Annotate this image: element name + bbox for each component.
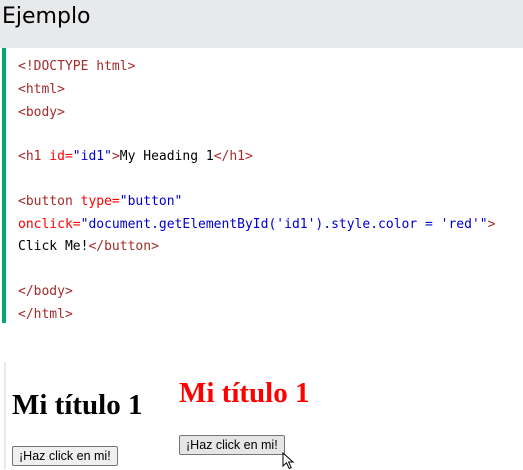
mouse-pointer-icon xyxy=(282,452,295,470)
code-token: > xyxy=(487,217,496,232)
demo-border xyxy=(4,362,6,469)
code-token: <!DOCTYPE html> xyxy=(18,59,136,74)
code-line-doctype: <!DOCTYPE html> xyxy=(18,58,135,76)
code-example-box: <!DOCTYPE html> <html> <body> <h1 id="id… xyxy=(0,48,523,323)
code-token: "id1" xyxy=(72,149,112,164)
code-token: Click Me! xyxy=(18,239,89,254)
code-token: <body> xyxy=(18,105,65,120)
code-token: onclick= xyxy=(18,217,81,232)
code-token: "button" xyxy=(119,194,183,209)
code-line-h1: <h1 id="id1">My Heading 1</h1> xyxy=(18,148,253,166)
demo-click-button-hovered[interactable]: ¡Haz click en mi! xyxy=(179,435,285,455)
demo-heading-red: Mi título 1 xyxy=(179,377,310,409)
code-line-html-open: <html> xyxy=(18,81,65,99)
code-token: <button xyxy=(18,194,73,209)
code-token: </button> xyxy=(88,239,159,254)
code-token: "document.getElementById('id1').style.co… xyxy=(80,217,488,232)
code-token: <html> xyxy=(18,82,65,97)
code-token: <h1 xyxy=(18,149,42,164)
code-line-button-open: <button type="button" xyxy=(18,193,182,211)
code-token: </html> xyxy=(18,307,73,322)
code-accent-bar xyxy=(2,48,6,323)
code-token: type= xyxy=(72,194,120,209)
example-header: Ejemplo xyxy=(0,0,523,48)
code-token: id= xyxy=(41,149,73,164)
example-title: Ejemplo xyxy=(2,4,91,29)
code-token: </body> xyxy=(18,284,73,299)
code-line-html-close: </html> xyxy=(18,306,73,324)
demo-heading-default: Mi título 1 xyxy=(12,389,143,421)
code-token: </h1> xyxy=(213,149,253,164)
code-token: My Heading 1 xyxy=(119,149,214,164)
code-line-onclick: onclick="document.getElementById('id1').… xyxy=(18,216,495,234)
code-line-body-open: <body> xyxy=(18,104,65,122)
demo-click-button[interactable]: ¡Haz click en mi! xyxy=(12,446,118,466)
code-line-body-close: </body> xyxy=(18,283,73,301)
code-line-button-text: Click Me!</button> xyxy=(18,238,159,256)
code-token: > xyxy=(111,149,120,164)
